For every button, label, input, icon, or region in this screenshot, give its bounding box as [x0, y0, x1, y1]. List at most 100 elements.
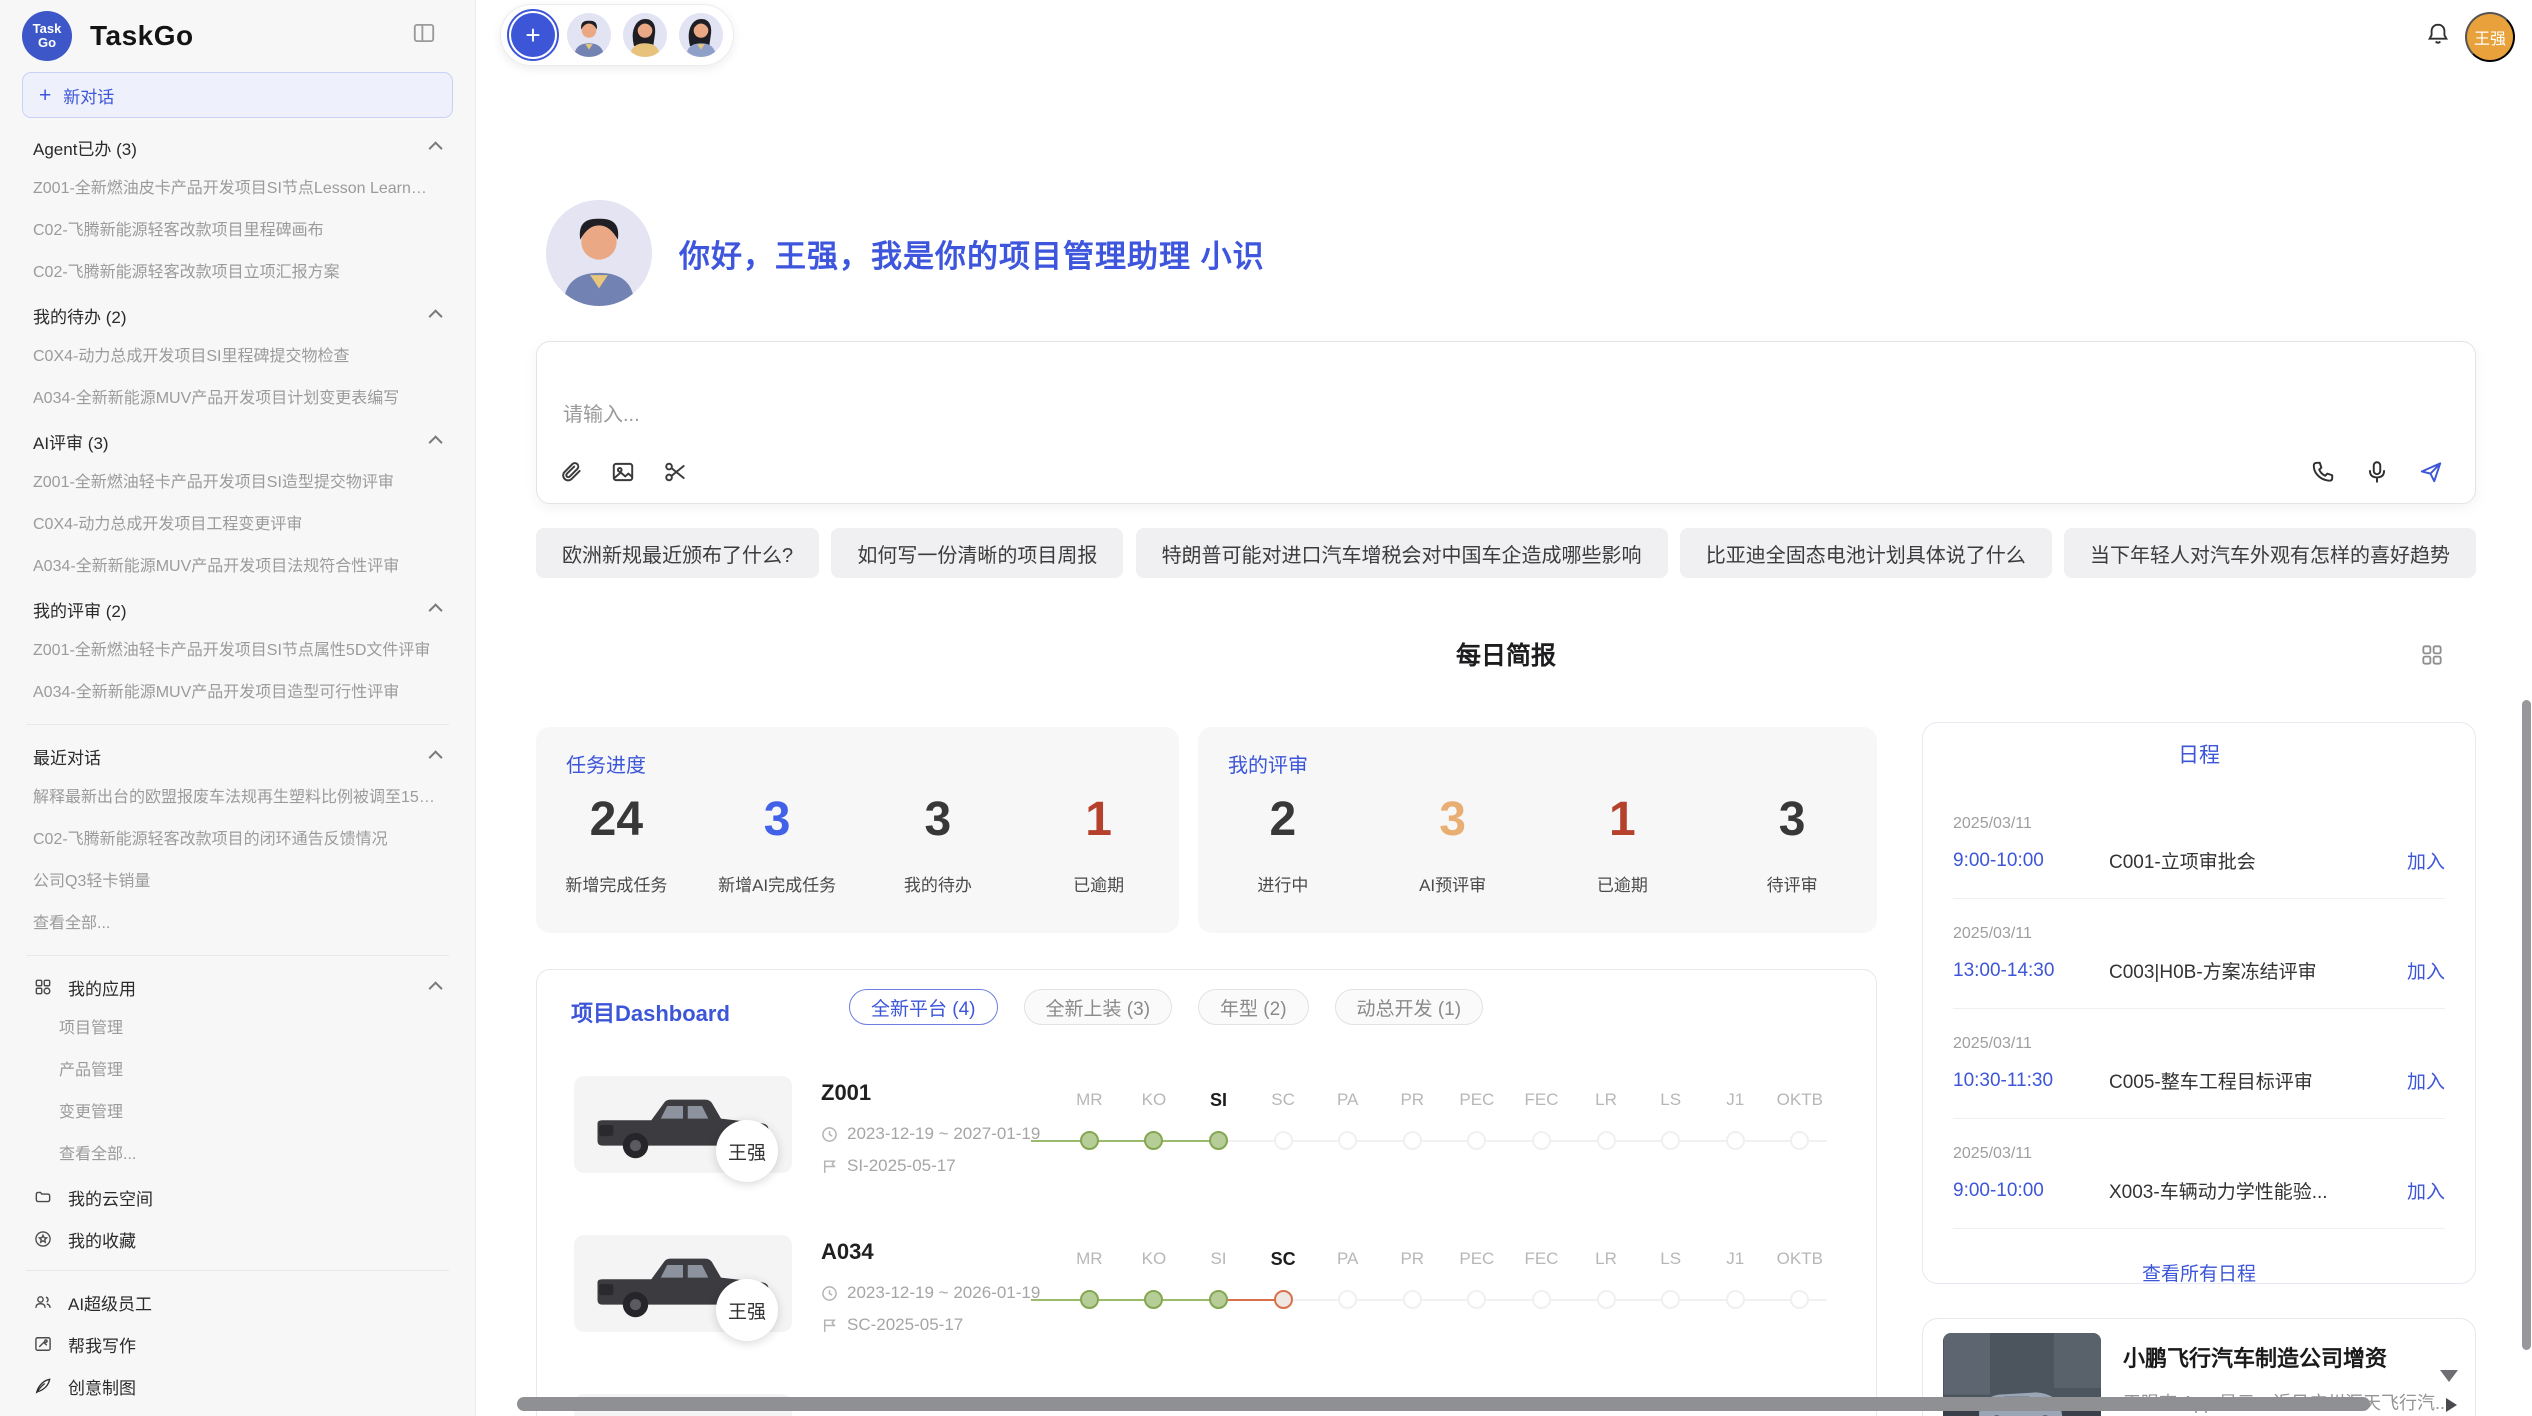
sidebar-collapse-icon[interactable]	[409, 20, 439, 48]
tab-new-body[interactable]: 全新上装 (3)	[1024, 989, 1173, 1025]
ai-staff-label: AI超级员工	[68, 1290, 442, 1315]
write-icon	[33, 1334, 53, 1354]
milestone: KO	[1122, 1249, 1187, 1309]
sidebar-item-ai-staff[interactable]: AI超级员工	[22, 1281, 453, 1323]
sidebar-item[interactable]: Z001-全新燃油轻卡产品开发项目SI节点属性5D文件评审	[22, 630, 453, 672]
app-link-product-mgmt[interactable]: 产品管理	[22, 1050, 453, 1092]
milestone-node	[1403, 1131, 1422, 1150]
suggestion-chip[interactable]: 欧洲新规最近颁布了什么?	[536, 528, 819, 578]
app-link-change-mgmt[interactable]: 变更管理	[22, 1092, 453, 1134]
milestone: PA	[1315, 1090, 1380, 1150]
agent-avatar-1[interactable]	[567, 13, 611, 57]
join-meeting-link[interactable]: 加入	[2407, 1067, 2445, 1094]
help-me-write-label: 帮我写作	[68, 1332, 442, 1357]
suggestion-chip[interactable]: 如何写一份清晰的项目周报	[831, 528, 1123, 578]
stat-overdue: 1 已逾期	[1018, 791, 1179, 896]
sidebar-item-creative-drawing[interactable]: 创意制图	[22, 1365, 453, 1407]
milestone: FEC	[1509, 1090, 1574, 1150]
sidebar-item[interactable]: Z001-全新燃油皮卡产品开发项目SI节点Lesson Learn报告	[22, 168, 453, 210]
image-upload-icon[interactable]	[609, 459, 637, 487]
section-header-agent-done[interactable]: Agent已办 (3)	[22, 126, 453, 168]
project-dashboard-card: 项目Dashboard 全新平台 (4) 全新上装 (3) 年型 (2) 动总开…	[536, 969, 1877, 1416]
sidebar-item[interactable]: C0X4-动力总成开发项目工程变更评审	[22, 504, 453, 546]
app-link-project-mgmt[interactable]: 项目管理	[22, 1008, 453, 1050]
new-chat-button[interactable]: + 新对话	[22, 72, 453, 118]
join-meeting-link[interactable]: 加入	[2407, 1177, 2445, 1204]
sidebar-item[interactable]: A034-全新新能源MUV产品开发项目法规符合性评审	[22, 546, 453, 588]
tab-model-year[interactable]: 年型 (2)	[1198, 989, 1309, 1025]
scroll-down-arrow-icon[interactable]	[2440, 1370, 2458, 1382]
milestone: PEC	[1445, 1249, 1510, 1309]
schedule-item: 2025/03/11 13:00-14:30 C003|H0B-方案冻结评审 加…	[1953, 899, 2445, 1009]
join-meeting-link[interactable]: 加入	[2407, 957, 2445, 984]
recent-chat-item[interactable]: C02-飞腾新能源轻客改款项目的闭环通告反馈情况	[22, 819, 453, 861]
section-header-ai-review[interactable]: AI评审 (3)	[22, 420, 453, 462]
sidebar-item[interactable]: C02-飞腾新能源轻客改款项目立项汇报方案	[22, 252, 453, 294]
schedule-time: 9:00-10:00	[1953, 850, 2109, 872]
milestone: OKTB	[1768, 1249, 1833, 1309]
section-header-recent-chats[interactable]: 最近对话	[22, 735, 453, 777]
stat-ai-pre-review: 3 AI预评审	[1368, 791, 1538, 896]
section-title: 我的评审 (2)	[33, 597, 127, 622]
agent-avatar-3[interactable]	[679, 13, 723, 57]
tab-new-platform[interactable]: 全新平台 (4)	[849, 989, 998, 1025]
stat-value: 3	[1707, 791, 1877, 849]
tab-powertrain[interactable]: 动总开发 (1)	[1335, 989, 1484, 1025]
project-dashboard-title: 项目Dashboard	[571, 996, 730, 1028]
milestone: PEC	[1445, 1090, 1510, 1150]
recent-chat-item[interactable]: 公司Q3轻卡销量	[22, 861, 453, 903]
sidebar-item[interactable]: C0X4-动力总成开发项目SI里程碑提交物检查	[22, 336, 453, 378]
section-title: AI评审 (3)	[33, 429, 109, 454]
user-avatar[interactable]: 王强	[2465, 12, 2515, 62]
sidebar-item-cloud-space[interactable]: 我的云空间	[22, 1176, 453, 1218]
section-header-my-todo[interactable]: 我的待办 (2)	[22, 294, 453, 336]
join-meeting-link[interactable]: 加入	[2407, 847, 2445, 874]
scroll-right-arrow-icon[interactable]	[2446, 1398, 2457, 1412]
sidebar-item[interactable]: A034-全新新能源MUV产品开发项目造型可行性评审	[22, 672, 453, 714]
schedule-event-title: C003|H0B-方案冻结评审	[2109, 957, 2407, 984]
cloud-space-icon	[33, 1187, 53, 1207]
apps-grid-icon	[33, 977, 53, 997]
suggestion-chip[interactable]: 比亚迪全固态电池计划具体说了什么	[1680, 528, 2052, 578]
milestone-node-done	[1144, 1131, 1163, 1150]
sidebar-item-favorites[interactable]: 我的收藏	[22, 1218, 453, 1260]
sidebar-item-help-me-write[interactable]: 帮我写作	[22, 1323, 453, 1365]
sidebar-item[interactable]: A034-全新新能源MUV产品开发项目计划变更表编写	[22, 378, 453, 420]
recent-chats-view-all[interactable]: 查看全部...	[22, 903, 453, 945]
chevron-up-icon	[429, 750, 443, 764]
layout-grid-icon[interactable]	[2418, 642, 2446, 670]
paperclip-icon[interactable]	[557, 459, 585, 487]
schedule-event-title: X003-车辆动力学性能验...	[2109, 1177, 2407, 1204]
agent-avatar-2[interactable]	[623, 13, 667, 57]
sidebar-item[interactable]: Z001-全新燃油轻卡产品开发项目SI造型提交物评审	[22, 462, 453, 504]
schedule-item: 2025/03/11 10:30-11:30 C005-整车工程目标评审 加入	[1953, 1009, 2445, 1119]
apps-view-all[interactable]: 查看全部...	[22, 1134, 453, 1176]
recent-chat-item[interactable]: 解释最新出台的欧盟报废车法规再生塑料比例被调至15%...	[22, 777, 453, 819]
microphone-icon[interactable]	[2363, 459, 2391, 487]
horizontal-scrollbar-thumb[interactable]	[517, 1397, 2370, 1411]
send-icon[interactable]	[2417, 459, 2445, 487]
project-code: A034	[821, 1239, 874, 1265]
milestone: KO	[1122, 1090, 1187, 1150]
new-session-button[interactable]: +	[511, 13, 555, 57]
sidebar: Task Go TaskGo + 新对话 Agent已办 (3) Z001-全新…	[0, 0, 476, 1416]
chat-input[interactable]	[563, 404, 1763, 427]
project-owner-badge: 王强	[716, 1120, 778, 1182]
user-avatar-name: 王强	[2474, 25, 2506, 49]
view-all-schedule-link[interactable]: 查看所有日程	[1953, 1259, 2445, 1286]
section-header-my-review[interactable]: 我的评审 (2)	[22, 588, 453, 630]
suggestion-chip[interactable]: 特朗普可能对进口汽车增税会对中国车企造成哪些影响	[1136, 528, 1668, 578]
notifications-bell-icon[interactable]	[2423, 20, 2453, 50]
stat-new-ai-completed: 3 新增AI完成任务	[697, 791, 858, 896]
project-owner-badge: 王强	[716, 1279, 778, 1341]
milestone-node	[1661, 1290, 1680, 1309]
suggestion-chip[interactable]: 当下年轻人对汽车外观有怎样的喜好趋势	[2064, 528, 2476, 578]
chevron-up-icon	[429, 981, 443, 995]
vertical-scrollbar-thumb[interactable]	[2522, 700, 2531, 1350]
phone-icon[interactable]	[2309, 459, 2337, 487]
sidebar-item-my-apps[interactable]: 我的应用	[22, 966, 453, 1008]
scissors-icon[interactable]	[661, 459, 689, 487]
sidebar-item[interactable]: C02-飞腾新能源轻客改款项目里程碑画布	[22, 210, 453, 252]
schedule-item: 2025/03/11 9:00-10:00 X003-车辆动力学性能验... 加…	[1953, 1119, 2445, 1229]
project-milestone-label: SC-2025-05-17	[847, 1315, 963, 1335]
